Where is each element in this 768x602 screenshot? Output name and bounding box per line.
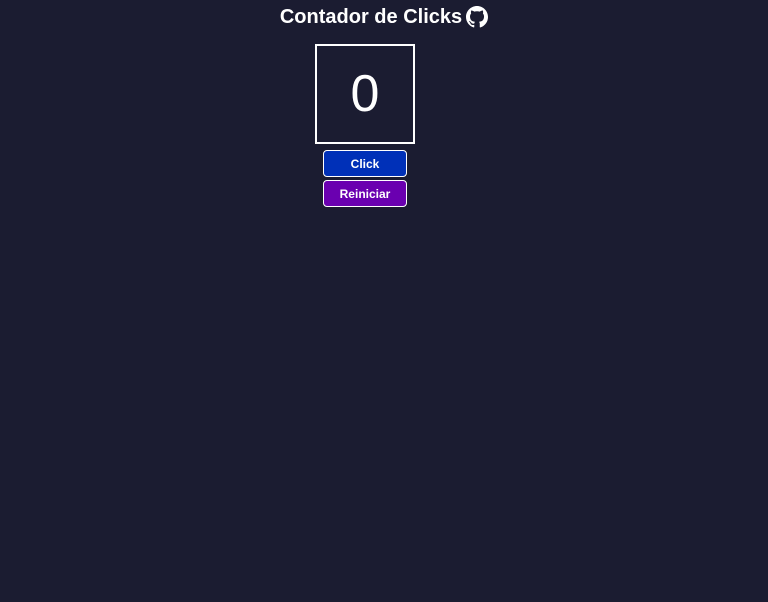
click-button[interactable]: Click bbox=[323, 150, 407, 177]
github-link[interactable] bbox=[466, 6, 489, 28]
github-icon bbox=[466, 6, 489, 28]
app-root: Contador de Clicks 0 Click Reiniciar bbox=[0, 0, 768, 602]
counter-value: 0 bbox=[350, 65, 380, 123]
reset-button[interactable]: Reiniciar bbox=[323, 180, 407, 207]
counter-display: 0 bbox=[315, 44, 415, 144]
page-title: Contador de Clicks bbox=[279, 6, 463, 28]
header: Contador de Clicks bbox=[0, 4, 768, 30]
